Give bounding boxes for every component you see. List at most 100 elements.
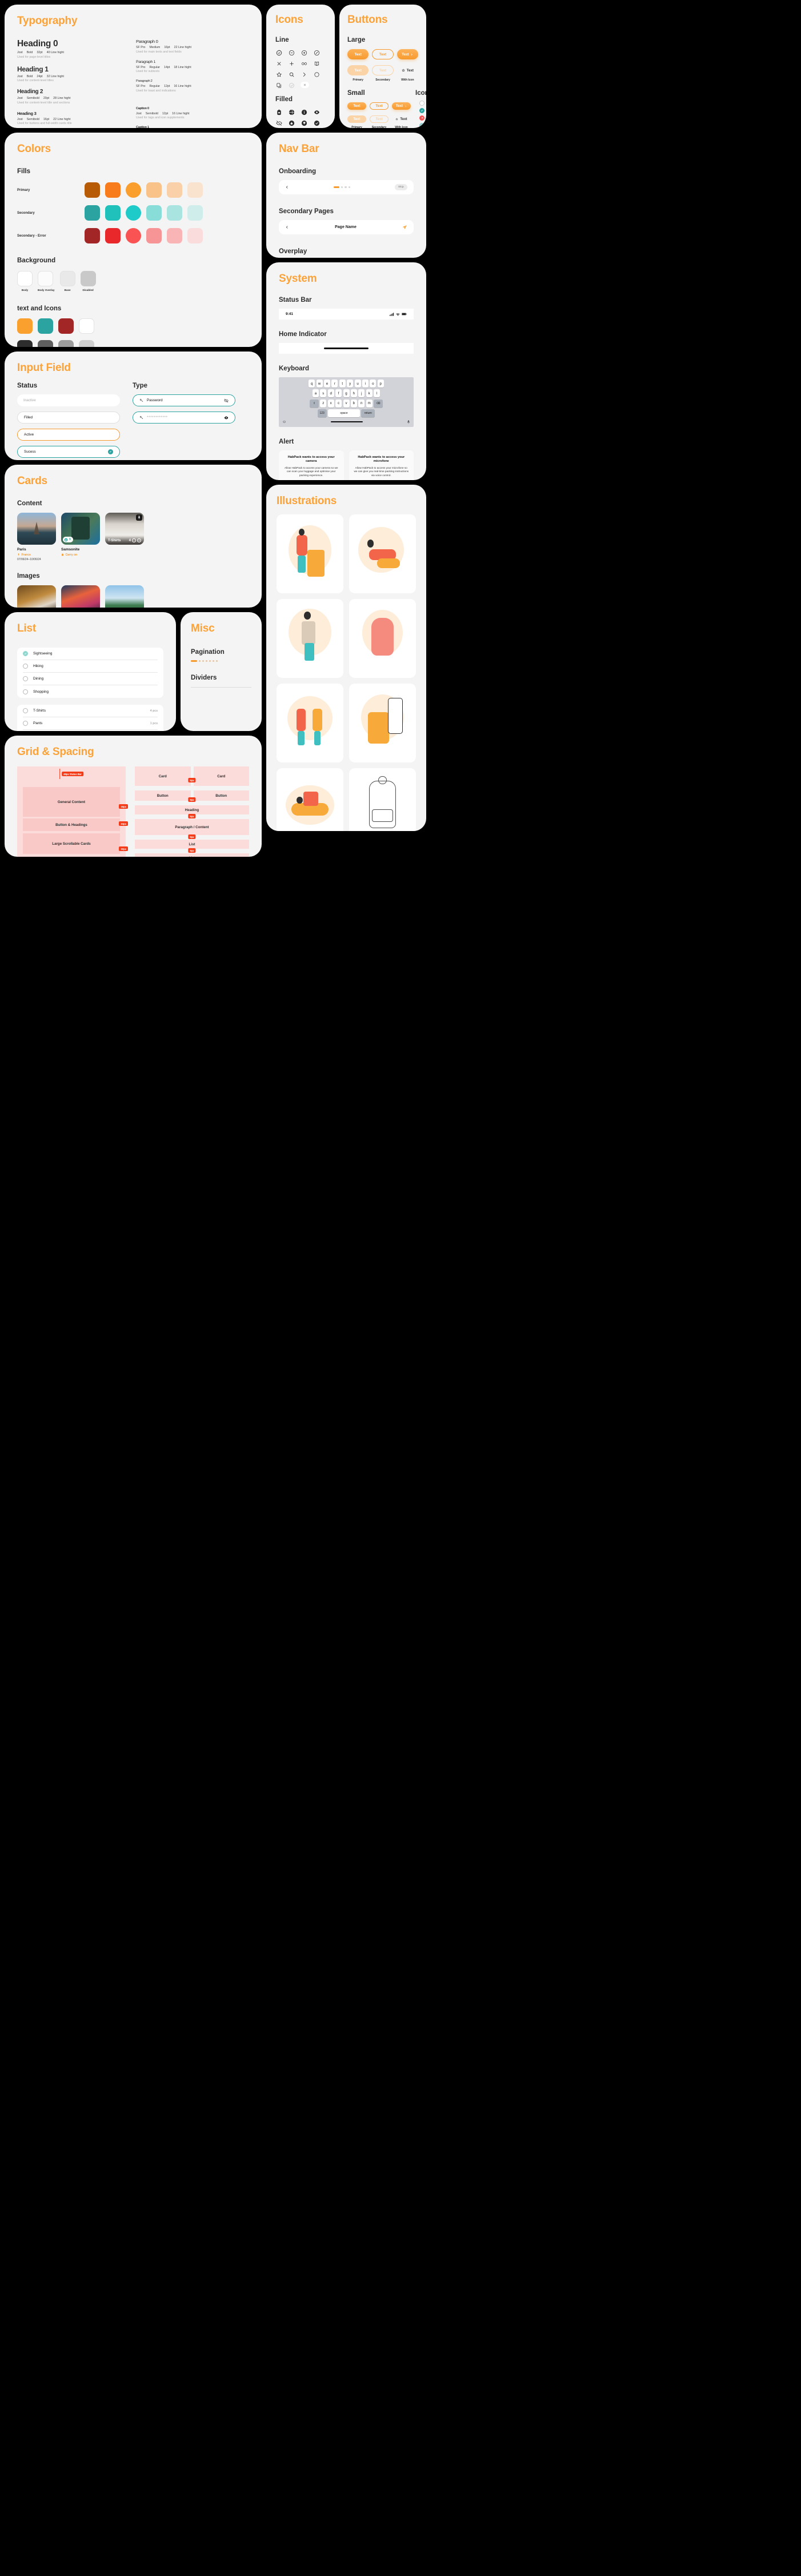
key-u[interactable]: u [354, 380, 361, 388]
pin-icon[interactable] [137, 516, 141, 520]
glasses-icon[interactable] [301, 60, 308, 67]
illustration-hiker-with-backpack[interactable] [277, 599, 343, 678]
backspace-key[interactable]: ⌫ [374, 399, 383, 408]
radio-icon[interactable] [23, 676, 28, 681]
key-o[interactable]: o [370, 380, 377, 388]
globe-icon[interactable] [288, 109, 295, 116]
key-d[interactable]: d [327, 389, 334, 398]
illustration-traveler-with-suitcase[interactable] [277, 514, 343, 593]
key-c[interactable]: c [335, 399, 342, 408]
onboarding-pagination-dots[interactable] [334, 186, 350, 189]
chevron-left-icon[interactable] [285, 225, 289, 229]
key-z[interactable]: z [320, 399, 327, 408]
password-input-hidden[interactable]: ************ [133, 412, 235, 424]
primary-small-disabled-button[interactable]: Text [347, 115, 366, 123]
password-input-visible[interactable]: Password [133, 394, 235, 406]
check-circle-disabled-icon[interactable] [288, 82, 295, 89]
illustration-suitcase-and-phone[interactable] [349, 684, 416, 762]
key-v[interactable]: v [343, 399, 350, 408]
secondary-small-button[interactable]: Text [370, 102, 389, 110]
star-icon[interactable] [275, 71, 283, 78]
with-icon-large-plain-button[interactable]: Text [397, 65, 418, 75]
list-item[interactable]: Shopping [23, 685, 158, 698]
circle-icon[interactable] [313, 71, 321, 78]
list-item[interactable]: Shorts 1 pcs [23, 730, 158, 731]
copy-icon[interactable] [275, 82, 283, 89]
chevron-left-icon[interactable] [285, 185, 289, 189]
input-success[interactable]: Sucess ✓ [17, 446, 120, 458]
minus-circle-icon[interactable] [288, 49, 295, 57]
radio-icon[interactable] [23, 689, 28, 694]
radio-icon[interactable] [23, 721, 28, 726]
close-icon[interactable] [275, 60, 283, 67]
input-filled[interactable]: Filled [17, 412, 120, 424]
eye-icon[interactable] [313, 109, 321, 116]
key-a[interactable]: a [312, 389, 319, 398]
skip-button[interactable]: Skip [394, 184, 407, 190]
space-key[interactable]: space [328, 409, 360, 418]
radio-icon[interactable] [23, 664, 28, 669]
plus-circle-icon[interactable] [301, 49, 308, 57]
illustration-airplane-toy[interactable] [277, 768, 343, 831]
input-active[interactable]: Active [17, 429, 120, 441]
microphone-icon[interactable] [407, 420, 410, 424]
check-circle-icon[interactable] [313, 119, 321, 127]
content-card-tshirts[interactable]: T-Shirts 4 − + [105, 513, 144, 561]
close-circle-white-icon[interactable] [301, 82, 309, 88]
key-n[interactable]: n [358, 399, 365, 408]
primary-small-button[interactable]: Text [347, 102, 366, 110]
image-card-landscape[interactable] [105, 585, 144, 608]
secondary-large-disabled-button[interactable]: Text [372, 65, 394, 75]
image-card-coat[interactable] [17, 585, 56, 608]
search-icon[interactable] [288, 71, 295, 78]
illustration-two-people-phone[interactable] [277, 684, 343, 762]
key-l[interactable]: l [374, 389, 381, 398]
illustration-person-lounging-phone[interactable] [349, 514, 416, 593]
illustration-white-backpack-sketch[interactable] [349, 768, 416, 831]
radio-icon[interactable] [23, 708, 28, 713]
eye-icon[interactable] [224, 416, 229, 420]
primary-large-disabled-button[interactable]: Text [347, 65, 369, 75]
increment-button[interactable]: + [137, 538, 141, 542]
home-indicator-bar[interactable] [330, 421, 363, 423]
content-card-samsonite[interactable]: 9 Samsonite Carry on [61, 513, 100, 561]
thumbs-up-icon[interactable] [288, 119, 295, 127]
decrement-button[interactable]: − [132, 538, 136, 542]
list-item[interactable]: Pants 1 pcs [23, 717, 158, 730]
pagination-control[interactable] [191, 660, 251, 662]
with-icon-small-plain-button[interactable]: Text [392, 115, 411, 123]
key-t[interactable]: t [339, 380, 346, 388]
key-j[interactable]: j [358, 389, 365, 398]
eye-off-icon[interactable] [224, 398, 229, 403]
icon-button-error[interactable] [419, 115, 425, 121]
key-k[interactable]: k [366, 389, 373, 398]
thumbs-down-icon[interactable] [301, 119, 308, 127]
secondary-small-disabled-button[interactable]: Text [370, 115, 389, 123]
icon-button-check[interactable] [419, 108, 425, 113]
key-f[interactable]: f [335, 389, 342, 398]
key-s[interactable]: s [320, 389, 327, 398]
with-icon-large-button[interactable]: Text [397, 49, 419, 59]
key-q[interactable]: q [309, 380, 315, 388]
primary-large-button[interactable]: Text [347, 49, 369, 59]
numbers-key[interactable]: 123 [317, 409, 327, 418]
with-icon-small-button[interactable]: Text [392, 102, 411, 110]
key-x[interactable]: x [327, 399, 334, 408]
key-r[interactable]: r [331, 380, 338, 388]
info-icon[interactable] [301, 109, 308, 116]
send-icon[interactable] [402, 225, 407, 230]
list-item[interactable]: Hiking [23, 660, 158, 673]
key-y[interactable]: y [347, 380, 354, 388]
verified-badge-icon[interactable] [275, 49, 283, 57]
illustration-pink-backpack[interactable] [349, 599, 416, 678]
book-icon[interactable] [313, 60, 321, 67]
secondary-large-button[interactable]: Text [372, 49, 394, 59]
key-m[interactable]: m [366, 399, 373, 408]
key-h[interactable]: h [350, 389, 357, 398]
list-item[interactable]: Dining [23, 673, 158, 685]
backpack-icon[interactable] [275, 109, 283, 116]
list-item[interactable]: Sightseeing [23, 648, 158, 660]
input-inactive[interactable]: Inactive [17, 394, 120, 406]
key-g[interactable]: g [343, 389, 350, 398]
key-w[interactable]: w [316, 380, 323, 388]
